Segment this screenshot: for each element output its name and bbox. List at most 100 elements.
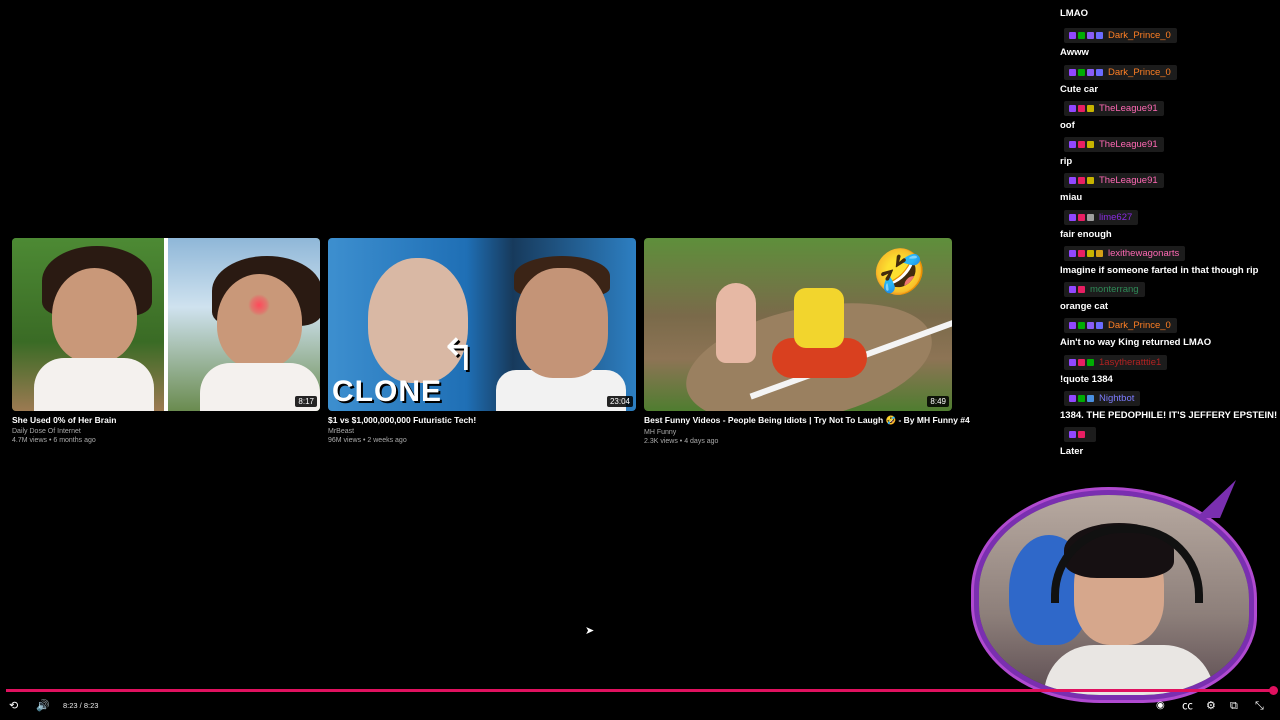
autoplay-icon[interactable]: ◉ <box>1156 699 1165 713</box>
progress-bar[interactable] <box>6 686 1278 695</box>
exit-fullscreen-icon[interactable]: ⤡ <box>1255 699 1264 713</box>
video-card[interactable]: 8:17 She Used 0% of Her Brain Daily Dose… <box>12 238 320 445</box>
mouse-cursor-icon: ➤ <box>585 625 595 637</box>
video-channel[interactable]: MH Funny <box>644 428 952 437</box>
chat-username[interactable]: TheLeague91 <box>1099 103 1158 114</box>
video-title[interactable]: She Used 0% of Her Brain <box>12 415 320 425</box>
chat-badge-icon <box>1078 431 1085 438</box>
chat-badge-icon <box>1087 358 1094 366</box>
chat-username[interactable]: TheLeague91 <box>1099 139 1158 150</box>
chat-username-box: TheLeague91 <box>1064 100 1164 116</box>
chat-username-box: 1asytheratttie1 <box>1064 354 1168 370</box>
chat-badge-icon <box>1096 32 1103 40</box>
chat-badge-icon <box>1096 249 1103 257</box>
chat-message: TheLeague91 oof <box>1060 99 1164 131</box>
webcam-overlay <box>974 480 1256 700</box>
video-duration: 8:17 <box>295 396 317 407</box>
chat-username[interactable]: Dark_Prince_0 <box>1108 30 1171 41</box>
chat-badge-icon <box>1087 104 1094 112</box>
chat-badge-icon <box>1087 394 1094 402</box>
chat-badge-icon <box>1078 249 1085 257</box>
settings-icon[interactable]: ⚙ <box>1206 699 1216 713</box>
cast-icon[interactable]: ⧉ <box>1230 699 1238 713</box>
chat-message: 1asytheratttie1 !quote 1384 <box>1060 353 1168 385</box>
chat-username[interactable]: 1asytheratttie1 <box>1099 357 1161 368</box>
video-meta: 4.7M views • 6 months ago <box>12 437 96 444</box>
player-controls: ⟲ 🔊 8:23 / 8:23 ◉ ㏄ ⚙ ⧉ ⤡ <box>0 697 1280 715</box>
chat-badge-icon <box>1078 177 1085 185</box>
chat-username-box: TheLeague91 <box>1064 173 1164 189</box>
chat-badge-icon <box>1096 322 1103 330</box>
chat-badge-icon <box>1087 249 1094 257</box>
chat-badge-icon <box>1087 32 1094 40</box>
chat-username[interactable]: lime627 <box>1099 212 1132 223</box>
chat-username-box: TheLeague91 <box>1064 137 1164 152</box>
chat-username[interactable]: monterrang <box>1090 284 1139 295</box>
chat-username-box <box>1064 427 1096 442</box>
video-meta: 2.3K views • 4 days ago <box>644 438 719 445</box>
chat-badge-icon <box>1087 68 1094 76</box>
chat-message-text: 1384. THE PEDOPHILE! IT'S JEFFERY EPSTEI… <box>1060 409 1278 421</box>
chat-message: lexithewagonarts Imagine if someone farte… <box>1060 244 1258 276</box>
chat-username-box: Dark_Prince_0 <box>1064 318 1177 334</box>
video-thumbnail[interactable]: 8:17 <box>12 238 320 411</box>
video-card[interactable]: 🤣 8:49 Best Funny Videos - People Being … <box>644 238 970 446</box>
chat-badge-icon <box>1069 141 1076 148</box>
chat-badge-icon <box>1096 68 1103 76</box>
chat-message: Nightbot 1384. THE PEDOPHILE! IT'S JEFFER… <box>1060 389 1277 421</box>
video-meta: 96M views • 2 weeks ago <box>328 437 407 444</box>
video-thumbnail[interactable]: ↰ CLONE 23:04 <box>328 238 636 411</box>
chat-badge-icon <box>1078 286 1085 293</box>
chat-username-box: Nightbot <box>1064 390 1141 406</box>
chat-username-box: lime627 <box>1064 209 1139 225</box>
chat-username-box: lexithewagonarts <box>1064 245 1186 261</box>
chat-badge-icon <box>1078 213 1085 221</box>
chat-message-text: rip <box>1060 156 1073 167</box>
chat-username[interactable]: Nightbot <box>1099 393 1134 404</box>
chat-username-box: Dark_Prince_0 <box>1064 64 1177 80</box>
chat-username-box: Dark_Prince_0 <box>1064 28 1177 44</box>
chat-message: Dark_Prince_0 Cute car <box>1060 63 1177 95</box>
chat-message-text: Ain't no way King returned LMAO <box>1060 337 1212 349</box>
chat-username[interactable]: Dark_Prince_0 <box>1108 320 1171 331</box>
chat-badge-icon <box>1078 68 1085 76</box>
volume-icon[interactable]: 🔊 <box>36 699 50 713</box>
video-thumbnail[interactable]: 🤣 8:49 <box>644 238 952 411</box>
chat-message-text: LMAO <box>1060 8 1088 19</box>
progress-scrubber[interactable] <box>1269 686 1278 695</box>
time-display: 8:23 / 8:23 <box>63 701 99 710</box>
chat-badge-icon <box>1069 249 1076 257</box>
thumbnail-overlay-text: CLONE <box>332 375 442 408</box>
chat-badge-icon <box>1087 213 1094 221</box>
chat-badge-icon <box>1069 322 1076 330</box>
video-channel[interactable]: Daily Dose Of Internet <box>12 427 320 436</box>
chat-message: TheLeague91 miau <box>1060 171 1164 203</box>
chat-message-text: orange cat <box>1060 301 1109 312</box>
chat-badge-icon <box>1069 394 1076 402</box>
chat-message-text: miau <box>1060 192 1083 204</box>
captions-icon[interactable]: ㏄ <box>1182 699 1193 713</box>
chat-badge-icon <box>1069 68 1076 76</box>
chat-message-text: Cute car <box>1060 83 1099 95</box>
chat-username[interactable]: Dark_Prince_0 <box>1108 67 1171 78</box>
replay-icon[interactable]: ⟲ <box>9 699 18 713</box>
chat-message-text: fair enough <box>1060 228 1112 240</box>
laughing-emoji-icon: 🤣 <box>872 248 927 297</box>
video-card[interactable]: ↰ CLONE 23:04 $1 vs $1,000,000,000 Futur… <box>328 238 636 445</box>
chat-message: Dark_Prince_0 Awww <box>1060 26 1177 58</box>
chat-message-text: !quote 1384 <box>1060 373 1113 385</box>
chat-username[interactable]: lexithewagonarts <box>1108 248 1179 259</box>
chat-badge-icon <box>1087 141 1094 148</box>
chat-message-text: Imagine if someone farted in that though… <box>1060 264 1259 276</box>
video-title[interactable]: $1 vs $1,000,000,000 Futuristic Tech! <box>328 415 636 425</box>
arrow-icon: ↰ <box>440 331 477 380</box>
video-title[interactable]: Best Funny Videos - People Being Idiots … <box>644 415 970 426</box>
chat-message-text: Later <box>1060 446 1084 457</box>
chat-badge-icon <box>1087 177 1094 185</box>
chat-badge-icon <box>1078 104 1085 112</box>
chat-username[interactable]: TheLeague91 <box>1099 175 1158 186</box>
chat-badge-icon <box>1078 322 1085 330</box>
chat-badge-icon <box>1069 286 1076 293</box>
video-channel[interactable]: MrBeast <box>328 427 636 436</box>
chat-badge-icon <box>1069 431 1076 438</box>
